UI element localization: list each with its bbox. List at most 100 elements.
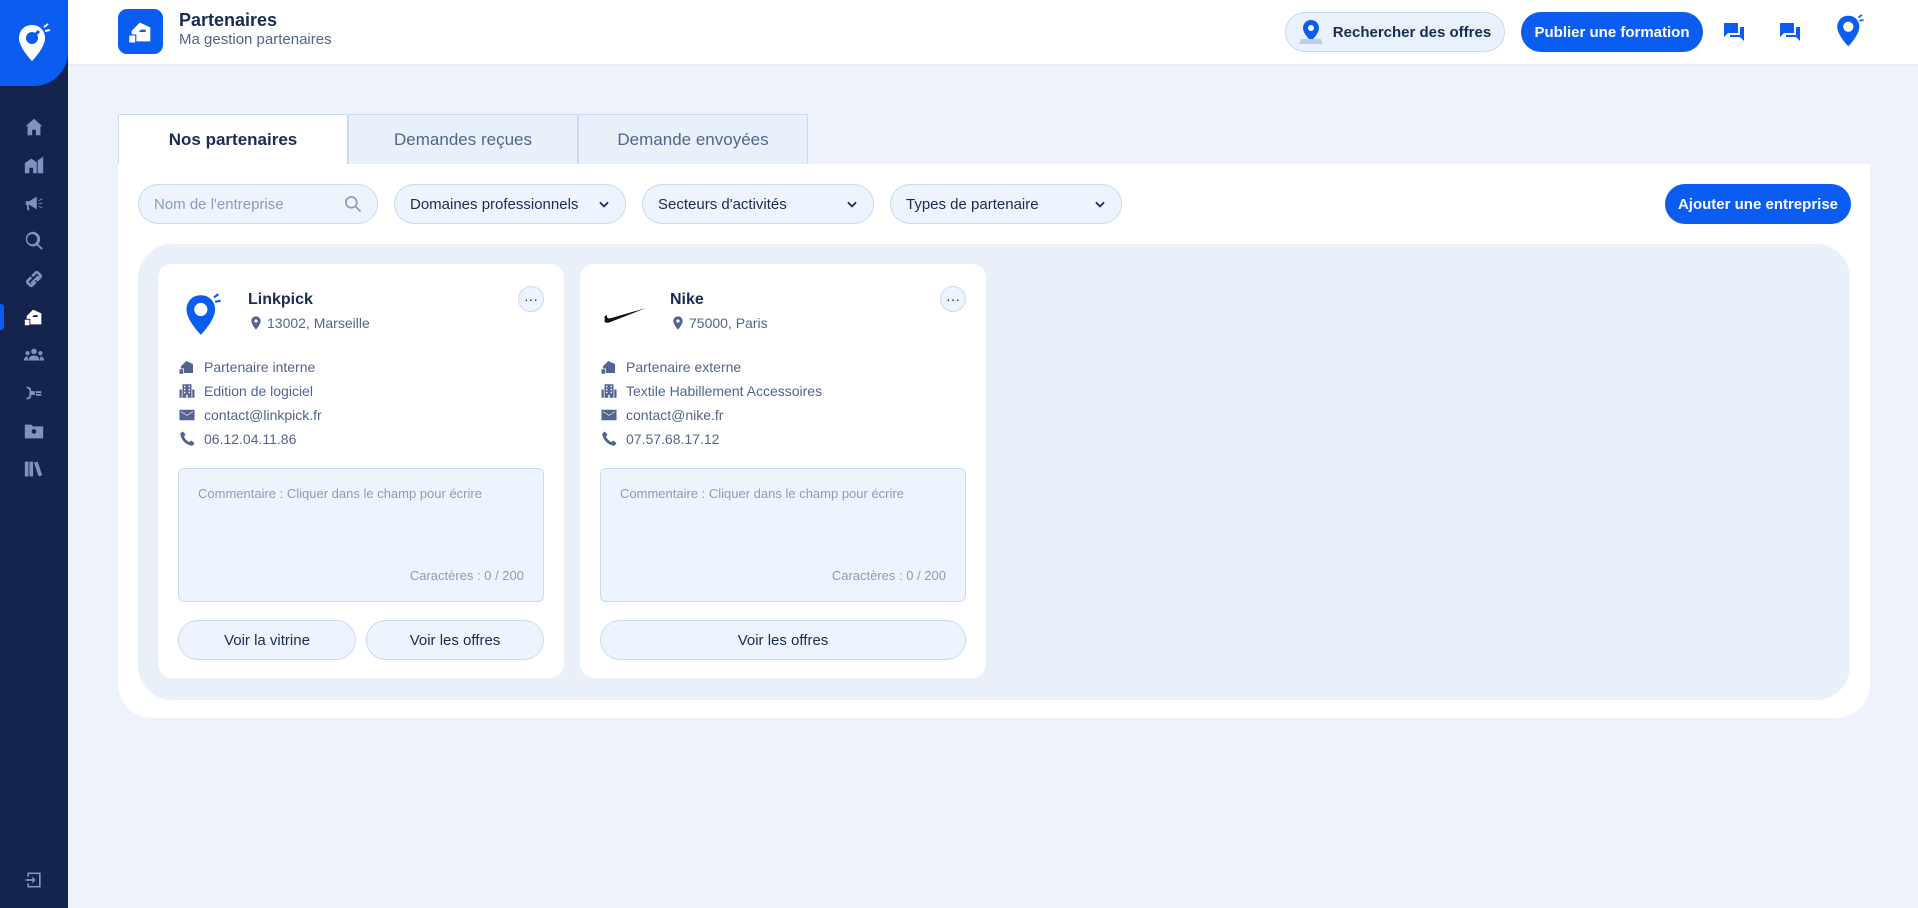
company-name: Linkpick	[248, 291, 313, 308]
search-icon	[345, 196, 362, 213]
buildings-icon	[24, 156, 44, 174]
page-icon	[118, 9, 163, 54]
cards-area: Linkpick 13002, Marseille ··· Partenaire…	[138, 244, 1850, 700]
domains-label: Domaines professionnels	[410, 195, 579, 213]
more-options-button[interactable]: ···	[940, 286, 966, 312]
mail-icon	[179, 409, 195, 421]
books-icon	[24, 461, 43, 477]
company-name: Nike	[670, 291, 704, 308]
mail-icon	[601, 409, 617, 421]
group-icon	[23, 348, 45, 361]
partners-icon	[179, 361, 193, 374]
building-icon	[601, 384, 617, 398]
comment-field[interactable]: Commentaire : Cliquer dans le champ pour…	[600, 468, 966, 602]
partner-card: Nike 75000, Paris ··· Partenaire externe…	[580, 264, 986, 678]
nike-swoosh-icon	[604, 308, 646, 323]
sidebar-item-groups[interactable]	[0, 338, 68, 372]
chat-icon	[1780, 23, 1800, 41]
sidebar-item-partners[interactable]	[0, 300, 68, 334]
megaphone-icon	[25, 196, 43, 211]
profile-button[interactable]	[1834, 14, 1866, 48]
email-row: contact@nike.fr	[600, 406, 723, 424]
search-globe-icon	[25, 231, 43, 250]
phone-text: 06.12.04.11.86	[204, 431, 297, 447]
contact-folder-icon	[24, 424, 44, 439]
linkpick-logo-icon	[1837, 14, 1864, 47]
partner-types-dropdown[interactable]: Types de partenaire	[890, 184, 1122, 224]
top-header: Partenaires Ma gestion partenaires Reche…	[68, 0, 1918, 64]
partner-card: Linkpick 13002, Marseille ··· Partenaire…	[158, 264, 564, 678]
phone-row: 06.12.04.11.86	[178, 430, 296, 448]
add-company-button[interactable]: Ajouter une entreprise	[1665, 184, 1851, 224]
link-icon	[25, 270, 43, 288]
sidebar-item-integrations[interactable]	[0, 376, 68, 410]
sectors-label: Secteurs d'activités	[658, 195, 787, 213]
ellipsis-icon: ···	[946, 291, 960, 307]
company-search-placeholder: Nom de l'entreprise	[154, 195, 284, 213]
logout-button[interactable]	[0, 866, 68, 894]
sidebar-item-announcements[interactable]	[0, 186, 68, 220]
page-title: Partenaires	[179, 10, 278, 30]
comment-field[interactable]: Commentaire : Cliquer dans le champ pour…	[178, 468, 544, 602]
domains-dropdown[interactable]: Domaines professionnels	[394, 184, 626, 224]
view-showcase-button[interactable]: Voir la vitrine	[178, 620, 356, 660]
tab-partners[interactable]: Nos partenaires	[118, 114, 348, 165]
phone-icon	[180, 431, 195, 446]
ellipsis-icon: ···	[524, 291, 538, 307]
partners-icon	[128, 22, 150, 42]
app-logo[interactable]	[0, 0, 68, 86]
phone-row: 07.57.68.17.12	[600, 430, 719, 448]
view-offers-button[interactable]: Voir les offres	[366, 620, 544, 660]
comment-placeholder: Commentaire : Cliquer dans le champ pour…	[198, 486, 482, 501]
page-subtitle: Ma gestion partenaires	[179, 31, 332, 48]
partners-panel: Nom de l'entreprise Domaines professionn…	[118, 164, 1870, 718]
sidebar-item-home[interactable]	[0, 110, 68, 144]
tab-received-requests[interactable]: Demandes reçues	[348, 114, 578, 164]
sidebar-item-contacts[interactable]	[0, 414, 68, 448]
company-logo	[602, 292, 648, 338]
sidebar	[0, 0, 68, 908]
company-logo	[180, 292, 226, 338]
sidebar-item-search[interactable]	[0, 224, 68, 258]
company-location: 13002, Marseille	[248, 315, 370, 331]
partner-type-text: Partenaire externe	[626, 359, 742, 375]
character-count: Caractères : 0 / 200	[831, 568, 946, 583]
search-offers-label: Rechercher des offres	[1332, 23, 1492, 41]
building-icon	[179, 384, 195, 398]
phone-text: 07.57.68.17.12	[626, 431, 720, 447]
linkpick-logo-icon	[186, 293, 221, 335]
email-text[interactable]: contact@nike.fr	[626, 407, 723, 423]
publish-training-button[interactable]: Publier une formation	[1521, 12, 1703, 52]
logout-icon	[25, 872, 41, 888]
view-offers-button[interactable]: Voir les offres	[600, 620, 966, 660]
chevron-down-icon	[599, 201, 609, 208]
partner-type-row: Partenaire interne	[178, 358, 315, 376]
partners-icon	[601, 361, 615, 374]
sidebar-item-links[interactable]	[0, 262, 68, 296]
email-text[interactable]: contact@linkpick.fr	[204, 407, 322, 423]
location-text: 75000, Paris	[689, 315, 768, 331]
tab-sent-requests[interactable]: Demande envoyées	[578, 114, 808, 164]
partner-type-row: Partenaire externe	[600, 358, 741, 376]
comment-placeholder: Commentaire : Cliquer dans le champ pour…	[620, 486, 904, 501]
sidebar-item-library[interactable]	[0, 452, 68, 486]
chevron-down-icon	[1095, 201, 1105, 208]
sidebar-item-buildings[interactable]	[0, 148, 68, 182]
search-offers-button[interactable]: Rechercher des offres	[1285, 12, 1505, 52]
partners-icon	[24, 309, 42, 326]
partner-type-text: Partenaire interne	[204, 359, 316, 375]
notifications-button[interactable]	[1776, 18, 1804, 46]
sector-row: Textile Habillement Accessoires	[600, 382, 822, 400]
phone-icon	[602, 431, 617, 446]
plug-icon	[26, 386, 42, 400]
character-count: Caractères : 0 / 200	[409, 568, 524, 583]
partner-types-label: Types de partenaire	[906, 195, 1039, 213]
more-options-button[interactable]: ···	[518, 286, 544, 312]
email-row: contact@linkpick.fr	[178, 406, 322, 424]
location-pin-icon	[673, 316, 683, 330]
company-search-input[interactable]: Nom de l'entreprise	[138, 184, 378, 224]
messages-button[interactable]	[1720, 18, 1748, 46]
chat-icon	[1724, 23, 1744, 41]
sectors-dropdown[interactable]: Secteurs d'activités	[642, 184, 874, 224]
sector-text: Edition de logiciel	[204, 383, 313, 399]
